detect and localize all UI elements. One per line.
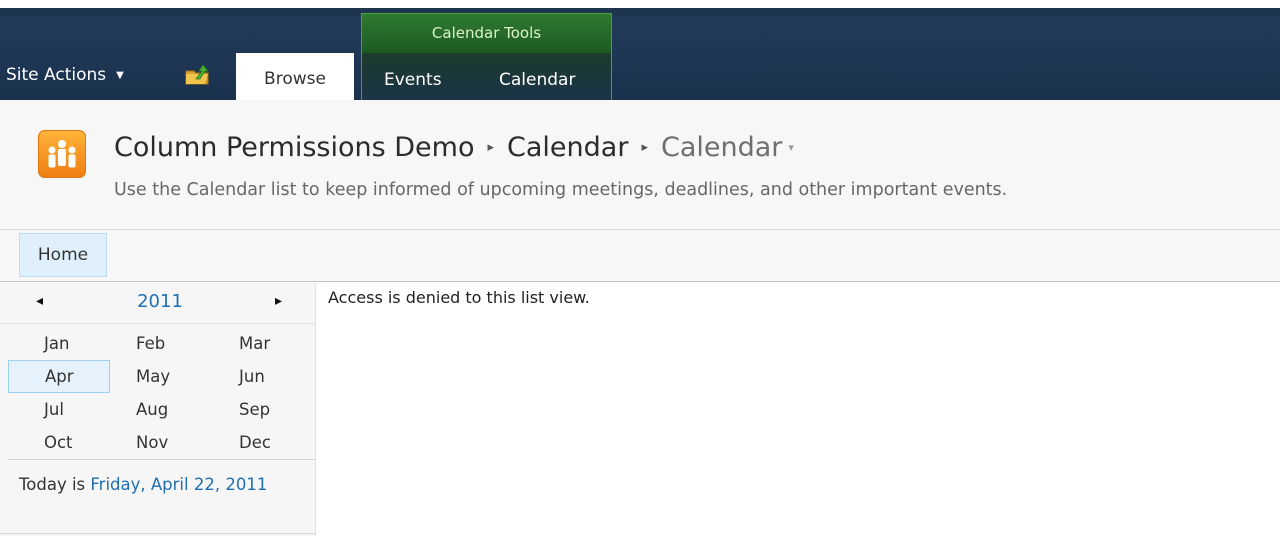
month-may[interactable]: May [108, 360, 208, 393]
month-oct[interactable]: Oct [8, 426, 108, 459]
month-jun[interactable]: Jun [208, 360, 298, 393]
tab-browse[interactable]: Browse [236, 53, 354, 100]
month-sep[interactable]: Sep [208, 393, 298, 426]
site-actions-menu[interactable]: Site Actions ▼ [6, 65, 124, 85]
nav-home-tab[interactable]: Home [19, 233, 107, 277]
chevron-down-icon[interactable]: ▾ [788, 141, 794, 154]
breadcrumb-separator-icon: ▸ [487, 140, 495, 155]
date-picker-panel: ◂ 2011 ▸ Jan Feb Mar Apr May Jun Jul Aug… [0, 283, 316, 536]
site-logo-icon [38, 130, 86, 178]
previous-year-icon[interactable]: ◂ [36, 293, 43, 309]
list-description: Use the Calendar list to keep informed o… [114, 180, 1008, 200]
month-jul[interactable]: Jul [8, 393, 108, 426]
calendar-tools-group: Calendar Tools Events Calendar [361, 13, 612, 100]
breadcrumb-separator-icon: ▸ [641, 140, 648, 155]
chevron-down-icon: ▼ [116, 69, 124, 81]
month-aug[interactable]: Aug [108, 393, 208, 426]
month-mar[interactable]: Mar [208, 327, 298, 360]
month-jan[interactable]: Jan [8, 327, 108, 360]
divider [0, 323, 316, 324]
month-feb[interactable]: Feb [108, 327, 208, 360]
breadcrumb-list[interactable]: Calendar [507, 132, 628, 163]
divider [8, 459, 316, 460]
month-nov[interactable]: Nov [108, 426, 208, 459]
divider [0, 533, 316, 534]
today-date-link[interactable]: Friday, April 22, 2011 [90, 475, 267, 494]
tab-calendar[interactable]: Calendar [499, 70, 575, 90]
month-apr-selected[interactable]: Apr [8, 360, 110, 393]
site-actions-label: Site Actions [6, 65, 107, 85]
access-denied-message: Access is denied to this list view. [328, 288, 590, 307]
next-year-icon[interactable]: ▸ [275, 293, 282, 309]
breadcrumb: Column Permissions Demo ▸ Calendar ▸ Cal… [114, 132, 794, 163]
today-prefix: Today is [19, 475, 91, 494]
today-indicator: Today is Friday, April 22, 2011 [19, 473, 289, 497]
tab-events[interactable]: Events [384, 70, 442, 90]
title-area [0, 100, 1280, 230]
breadcrumb-site[interactable]: Column Permissions Demo [114, 132, 474, 163]
context-group-title: Calendar Tools [431, 24, 542, 42]
top-navigation-bar [0, 230, 1280, 282]
breadcrumb-current-view[interactable]: Calendar [661, 132, 782, 163]
year-label[interactable]: 2011 [120, 291, 200, 312]
month-grid: Jan Feb Mar Apr May Jun Jul Aug Sep Oct … [8, 327, 298, 459]
navigate-up-icon[interactable] [184, 62, 212, 86]
month-dec[interactable]: Dec [208, 426, 298, 459]
year-navigator: ◂ 2011 ▸ [0, 283, 316, 323]
